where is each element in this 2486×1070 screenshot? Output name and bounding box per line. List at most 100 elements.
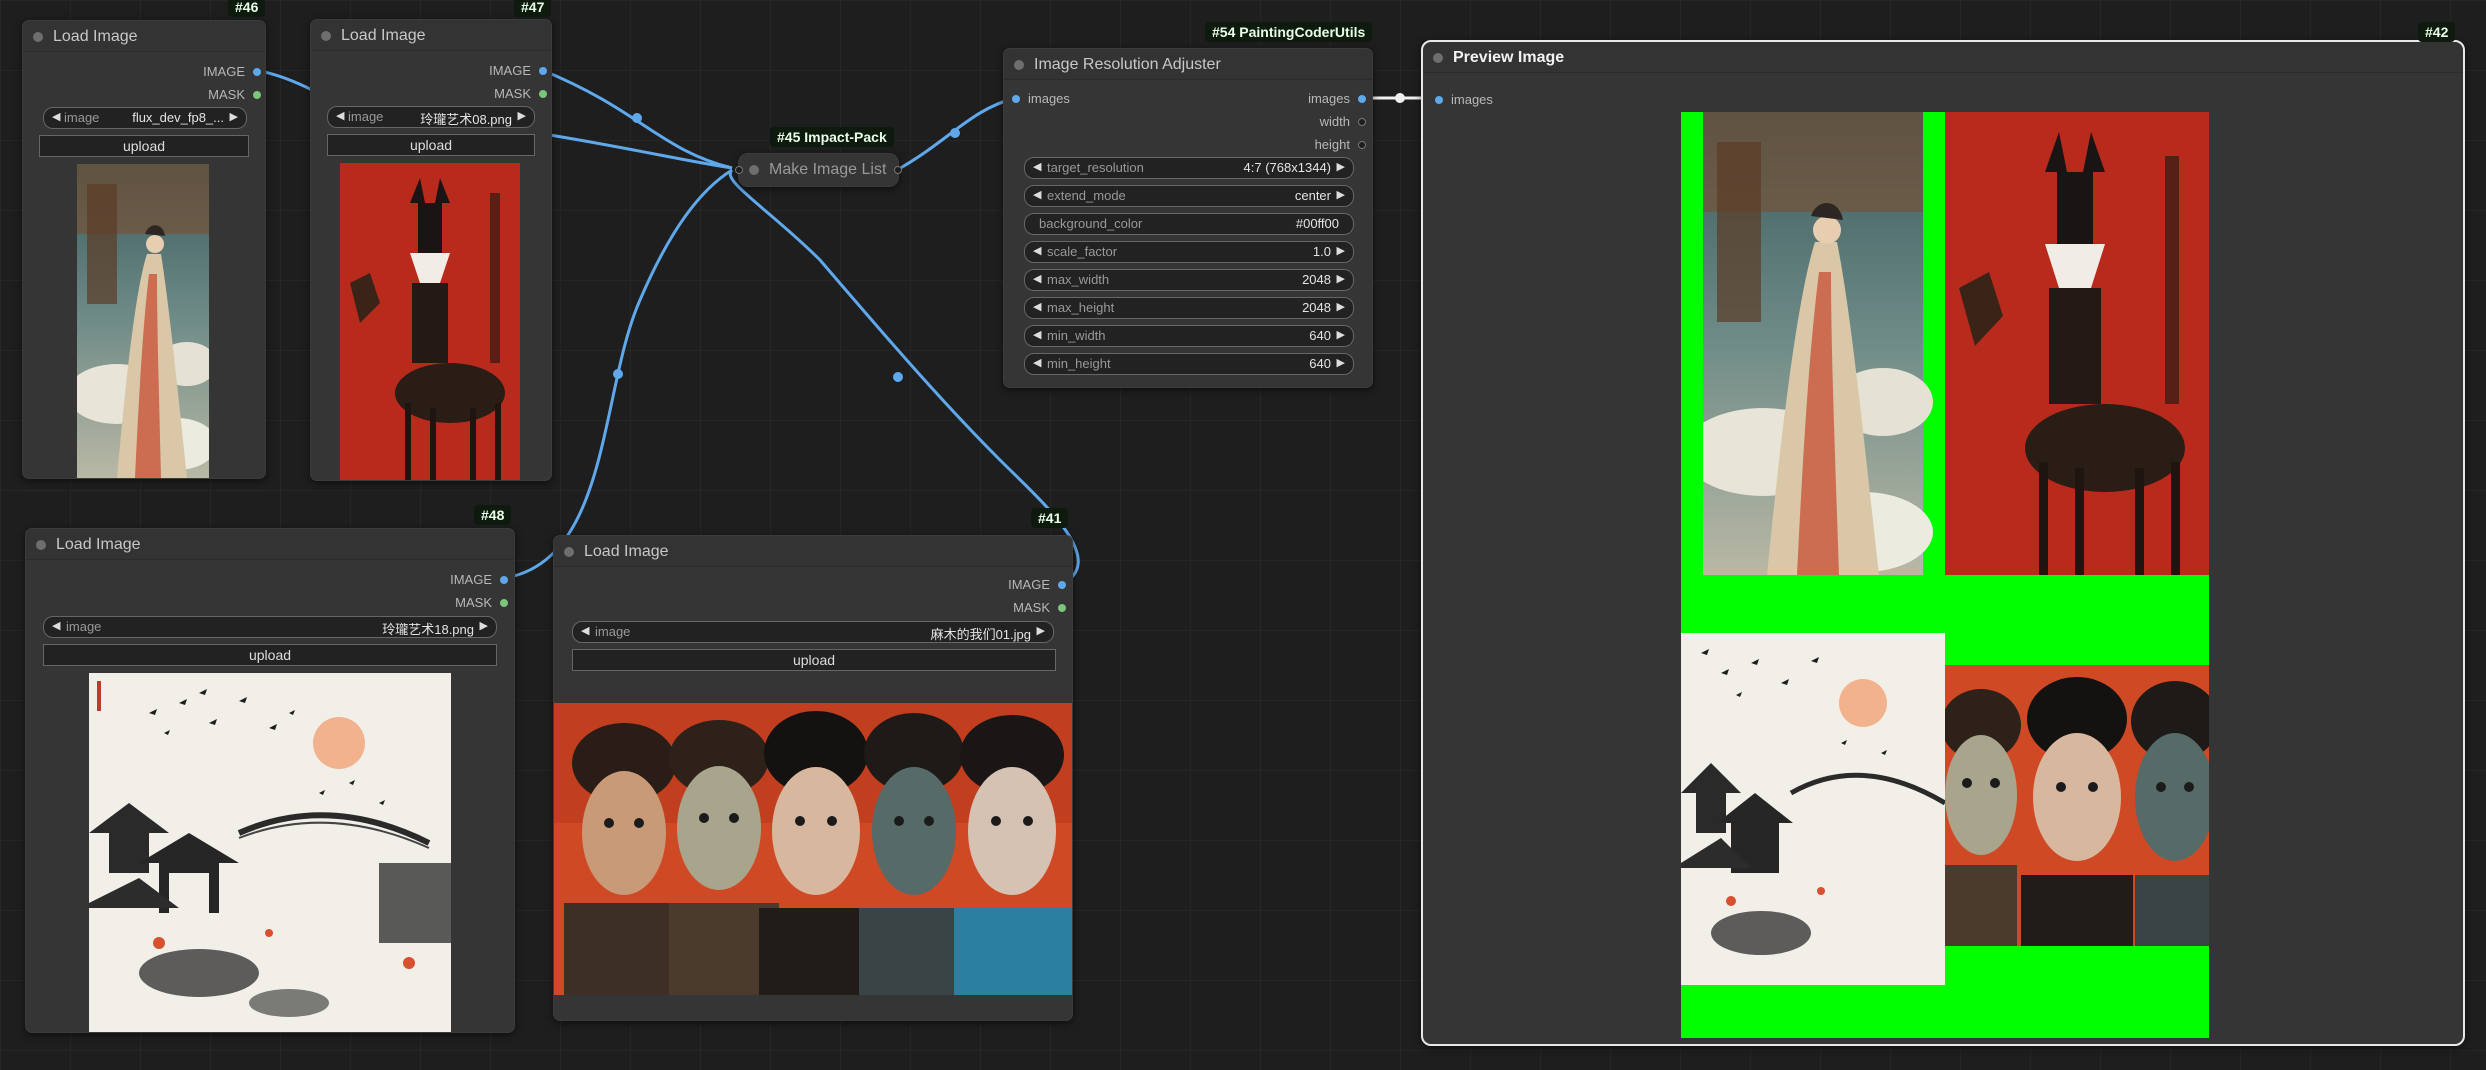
triangle-left-icon[interactable]: ◀ <box>336 109 344 122</box>
upload-button[interactable]: upload <box>572 649 1056 671</box>
node-header[interactable]: Load Image <box>26 529 514 560</box>
node-header[interactable]: Load Image <box>23 21 265 52</box>
circle-dot-icon[interactable] <box>749 165 759 175</box>
output-mask-label: MASK <box>494 86 531 101</box>
max-height-stepper[interactable]: ◀ max_height 2048 ▶ <box>1024 297 1354 319</box>
triangle-right-icon[interactable]: ▶ <box>1337 328 1345 341</box>
triangle-right-icon[interactable]: ▶ <box>1337 272 1345 285</box>
node-header[interactable]: Load Image <box>311 20 551 51</box>
node-id-badge: #47 <box>514 0 552 17</box>
target-resolution-combo[interactable]: ◀ target_resolution 4:7 (768x1344) ▶ <box>1024 157 1354 179</box>
node-title: Preview Image <box>1453 49 1565 66</box>
min-height-stepper[interactable]: ◀ min_height 640 ▶ <box>1024 353 1354 375</box>
node-id-badge: #48 <box>474 505 512 525</box>
triangle-right-icon[interactable]: ▶ <box>518 109 526 122</box>
node-title: Load Image <box>341 27 426 44</box>
node-image-resolution-adjuster-54[interactable]: Image Resolution Adjuster images images … <box>1003 48 1373 388</box>
output-image-pin[interactable] <box>500 576 508 584</box>
input-images-label: images <box>1028 91 1070 106</box>
triangle-left-icon[interactable]: ◀ <box>1033 272 1041 285</box>
node-load-image-47[interactable]: Load Image IMAGE MASK ◀ image 玲瓏艺术08.png… <box>310 19 552 481</box>
output-image-pin[interactable] <box>253 68 261 76</box>
circle-dot-icon[interactable] <box>36 540 46 550</box>
preview-tile <box>1945 112 2209 665</box>
preview-tile <box>1681 575 1945 1038</box>
triangle-left-icon[interactable]: ◀ <box>52 619 60 632</box>
min-width-stepper[interactable]: ◀ min_width 640 ▶ <box>1024 325 1354 347</box>
triangle-right-icon[interactable]: ▶ <box>1337 160 1345 173</box>
node-title: Load Image <box>53 28 138 45</box>
node-load-image-41[interactable]: Load Image IMAGE MASK ◀ image 麻木的我们01.jp… <box>553 535 1073 1021</box>
node-load-image-46[interactable]: Load Image IMAGE MASK ◀ image flux_dev_f… <box>22 20 266 479</box>
upload-button[interactable]: upload <box>43 644 497 666</box>
node-title: Load Image <box>56 536 141 553</box>
output-image-pin[interactable] <box>1058 581 1066 589</box>
preview-grid <box>1681 112 2209 1038</box>
output-image-pin[interactable] <box>539 67 547 75</box>
circle-dot-icon[interactable] <box>1014 60 1024 70</box>
output-pin[interactable] <box>894 166 902 174</box>
output-mask-pin[interactable] <box>1058 604 1066 612</box>
triangle-left-icon[interactable]: ◀ <box>581 624 589 637</box>
node-title: Load Image <box>584 543 669 560</box>
scale-factor-stepper[interactable]: ◀ scale_factor 1.0 ▶ <box>1024 241 1354 263</box>
triangle-right-icon[interactable]: ▶ <box>1337 188 1345 201</box>
triangle-right-icon[interactable]: ▶ <box>230 110 238 123</box>
triangle-right-icon[interactable]: ▶ <box>1337 300 1345 313</box>
triangle-left-icon[interactable]: ◀ <box>52 110 60 123</box>
extend-mode-combo[interactable]: ◀ extend_mode center ▶ <box>1024 185 1354 207</box>
circle-dot-icon[interactable] <box>33 32 43 42</box>
image-combo[interactable]: ◀ image 玲瓏艺术08.png ▶ <box>327 106 535 128</box>
node-load-image-48[interactable]: Load Image IMAGE MASK ◀ image 玲瓏艺术18.png… <box>25 528 515 1033</box>
circle-dot-icon[interactable] <box>1433 53 1443 63</box>
output-images-pin[interactable] <box>1358 95 1366 103</box>
triangle-right-icon[interactable]: ▶ <box>480 619 488 632</box>
node-title: Image Resolution Adjuster <box>1034 56 1221 73</box>
input-images-label: images <box>1451 92 1493 107</box>
output-width-pin[interactable] <box>1358 118 1366 126</box>
image-thumbnail <box>89 673 451 1032</box>
node-id-badge: #45 Impact-Pack <box>770 127 894 147</box>
node-id-badge: #41 <box>1031 508 1069 528</box>
circle-dot-icon[interactable] <box>321 31 331 41</box>
input-images-pin[interactable] <box>1435 96 1443 104</box>
node-preview-image-42[interactable]: Preview Image images <box>1421 40 2465 1046</box>
input-images-pin[interactable] <box>1012 95 1020 103</box>
node-title: Make Image List <box>769 161 887 178</box>
node-make-image-list-45[interactable]: Make Image List <box>735 153 902 187</box>
triangle-right-icon[interactable]: ▶ <box>1037 624 1045 637</box>
output-mask-pin[interactable] <box>253 91 261 99</box>
background-color-field[interactable]: background_color #00ff00 <box>1024 213 1354 235</box>
node-header[interactable]: Load Image <box>554 536 1072 567</box>
output-height-pin[interactable] <box>1358 141 1366 149</box>
circle-dot-icon[interactable] <box>564 547 574 557</box>
preview-tile <box>1945 665 2209 1038</box>
image-combo[interactable]: ◀ image 麻木的我们01.jpg ▶ <box>572 621 1054 643</box>
image-combo[interactable]: ◀ image 玲瓏艺术18.png ▶ <box>43 616 497 638</box>
triangle-left-icon[interactable]: ◀ <box>1033 328 1041 341</box>
output-images-label: images <box>1308 91 1350 106</box>
upload-button[interactable]: upload <box>327 134 535 156</box>
triangle-right-icon[interactable]: ▶ <box>1337 356 1345 369</box>
preview-tile <box>1681 112 1945 575</box>
output-image-label: IMAGE <box>203 64 245 79</box>
image-thumbnail <box>340 163 520 480</box>
triangle-left-icon[interactable]: ◀ <box>1033 188 1041 201</box>
triangle-left-icon[interactable]: ◀ <box>1033 356 1041 369</box>
triangle-right-icon[interactable]: ▶ <box>1337 244 1345 257</box>
image-thumbnail <box>554 703 1072 995</box>
triangle-left-icon[interactable]: ◀ <box>1033 300 1041 313</box>
max-width-stepper[interactable]: ◀ max_width 2048 ▶ <box>1024 269 1354 291</box>
output-mask-label: MASK <box>208 87 245 102</box>
output-mask-pin[interactable] <box>539 90 547 98</box>
node-id-badge: #42 <box>2418 22 2456 42</box>
triangle-left-icon[interactable]: ◀ <box>1033 244 1041 257</box>
node-header[interactable]: Preview Image <box>1423 42 2463 73</box>
image-combo[interactable]: ◀ image flux_dev_fp8_... ▶ <box>43 107 247 129</box>
output-mask-pin[interactable] <box>500 599 508 607</box>
upload-button[interactable]: upload <box>39 135 249 157</box>
node-header[interactable]: Image Resolution Adjuster <box>1004 49 1372 80</box>
output-width-label: width <box>1319 114 1350 129</box>
triangle-left-icon[interactable]: ◀ <box>1033 160 1041 173</box>
input-pin[interactable] <box>735 166 743 174</box>
